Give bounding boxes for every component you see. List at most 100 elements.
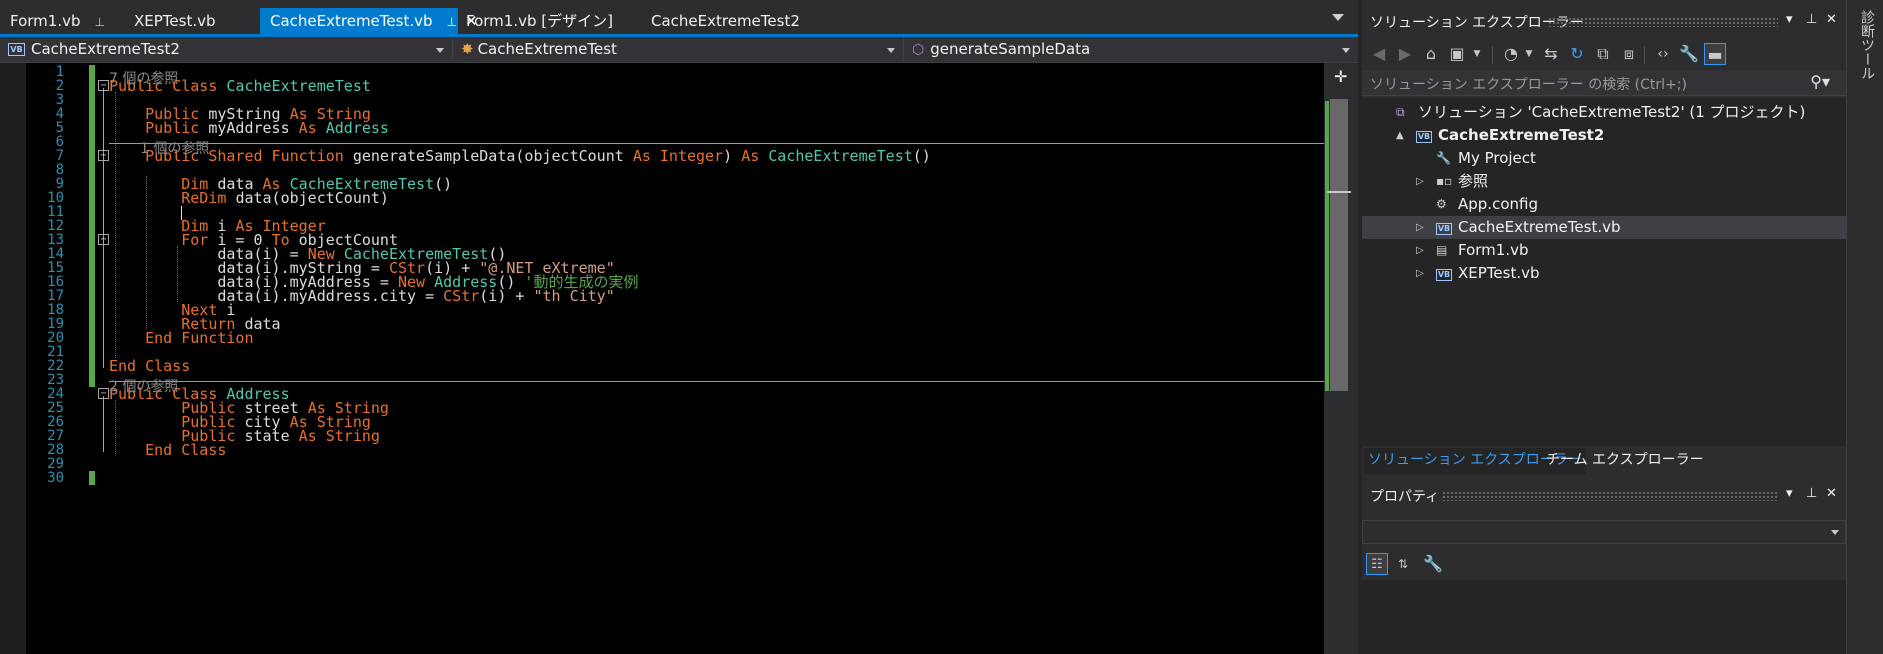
pin-icon[interactable]: ⊥ <box>95 9 105 35</box>
outline-line <box>103 396 104 452</box>
code-token: Public <box>145 119 209 137</box>
diagnostic-tools-side-tab[interactable]: 診断ツール <box>1846 0 1883 654</box>
close-icon[interactable]: ✕ <box>1826 12 1837 27</box>
object-selector[interactable] <box>1362 520 1846 544</box>
preview-icon[interactable]: ▬ <box>1704 43 1726 65</box>
config-file-icon: ⚙ <box>1436 197 1447 211</box>
chevron-down-icon[interactable]: ▼ <box>1466 43 1488 65</box>
solution-icon: ⧉ <box>1396 105 1405 119</box>
tool-window-panel: ソリューション エクスプローラー ▾ ⊥ ✕ ◀ ▶ ⌂ ▣ ▼ ◔ ▼ ⇆ ↻… <box>1358 0 1846 654</box>
references-codelens[interactable]: 1 個の参照 <box>140 141 209 157</box>
tree-item[interactable]: ▷ VB CacheExtremeTest.vb <box>1362 216 1846 239</box>
tab-form1-design[interactable]: Form1.vb [デザイン] <box>456 8 613 34</box>
expand-arrow-icon[interactable]: ▷ <box>1416 216 1424 239</box>
switch-views-icon[interactable]: ▣ <box>1446 43 1468 65</box>
form-icon: ▤ <box>1436 243 1448 257</box>
properties-window: ☷ ⇅ 🔧 <box>1362 512 1846 654</box>
class-name: CacheExtremeTest <box>477 40 617 58</box>
toolbar-separator <box>1644 46 1645 64</box>
close-icon[interactable]: ✕ <box>1826 486 1837 501</box>
solution-tree[interactable]: ⧉ ソリューション 'CacheExtremeTest2' (1 プロジェクト) ▲… <box>1362 98 1846 446</box>
code-token: data(objectCount) <box>235 189 389 207</box>
tab-label: CacheExtremeTest2 <box>651 12 800 30</box>
code-line[interactable]: Public myAddress As Address <box>109 120 389 136</box>
chevron-down-icon[interactable]: ▼ <box>1518 43 1540 65</box>
expand-arrow-icon[interactable]: ▷ <box>1416 262 1424 285</box>
tree-item[interactable]: ⚙ App.config <box>1362 193 1846 216</box>
tree-item-label: CacheExtremeTest.vb <box>1458 218 1621 236</box>
properties-toolbar: ☷ ⇅ 🔧 <box>1362 548 1846 578</box>
indent-guide <box>115 92 116 358</box>
member-dropdown[interactable]: ⬡ generateSampleData <box>904 37 1358 63</box>
tree-item[interactable]: ▷ ▪▫ 参照 <box>1362 170 1846 193</box>
tab-team-explorer[interactable]: チーム エクスプローラー <box>1542 448 1708 474</box>
toolbar-separator <box>1492 46 1493 64</box>
code-line[interactable]: Public Shared Function generateSampleDat… <box>109 148 931 164</box>
references-icon: ▪▫ <box>1436 174 1453 188</box>
property-pages-icon[interactable]: 🔧 <box>1422 553 1444 575</box>
refresh-icon[interactable]: ↻ <box>1566 43 1588 65</box>
tab-cacheextremetest2[interactable]: CacheExtremeTest2 <box>641 8 800 34</box>
class-dropdown[interactable]: ✸ CacheExtremeTest <box>453 37 904 63</box>
alphabetical-icon[interactable]: ⇅ <box>1392 553 1414 575</box>
tab-xeptest-vb[interactable]: XEPTest.vb <box>124 8 216 34</box>
tree-item[interactable]: ▷ ▤ Form1.vb <box>1362 239 1846 262</box>
collapse-icon[interactable]: − <box>98 388 109 399</box>
indicator-margin[interactable] <box>0 63 26 654</box>
sync-icon[interactable]: ⇆ <box>1540 43 1562 65</box>
code-token: ReDim <box>181 189 236 207</box>
back-icon[interactable]: ◀ <box>1368 43 1390 65</box>
references-codelens[interactable]: 2 個の参照 <box>109 379 178 395</box>
tree-item[interactable]: ▲ VB CacheExtremeTest2 <box>1362 124 1846 147</box>
code-token: CacheExtremeTest <box>226 77 371 95</box>
vb-file-icon: VB <box>1436 269 1452 281</box>
code-line[interactable]: End Function <box>109 330 253 346</box>
project-dropdown[interactable]: VB CacheExtremeTest2 <box>0 37 453 63</box>
code-editor[interactable]: 1 2 3 4 5 6 7 8 9 10 11 12 13 14 15 16 17 18 19 20 21 22 23 24 2… <box>0 63 1358 654</box>
collapse-icon[interactable]: − <box>98 234 109 245</box>
code-token: As String <box>298 427 380 445</box>
outline-line <box>103 242 104 312</box>
tree-item[interactable]: ⧉ ソリューション 'CacheExtremeTest2' (1 プロジェクト) <box>1362 101 1846 124</box>
show-all-files-icon[interactable]: ⧈ <box>1618 43 1640 65</box>
code-line[interactable]: End Class <box>109 442 226 458</box>
vertical-scrollbar[interactable]: ✛ <box>1324 63 1358 654</box>
tree-item[interactable]: ▷ VB XEPTest.vb <box>1362 262 1846 285</box>
procedure-separator <box>109 381 1324 382</box>
property-grid[interactable] <box>1362 580 1846 654</box>
chevron-down-icon[interactable] <box>1332 14 1344 21</box>
tab-label: XEPTest.vb <box>134 12 216 30</box>
view-code-icon[interactable]: ‹› <box>1652 43 1674 65</box>
code-token: () <box>912 147 931 165</box>
tree-item[interactable]: 🔧 My Project <box>1362 147 1846 170</box>
home-icon[interactable]: ⌂ <box>1420 43 1442 65</box>
expand-arrow-icon[interactable]: ▷ <box>1416 170 1424 193</box>
tab-cacheextremetest-vb[interactable]: CacheExtremeTest.vb ⊥ ✕ <box>260 8 478 34</box>
pin-icon[interactable]: ⊥ <box>1806 12 1817 27</box>
tab-form1-vb[interactable]: Form1.vb ⊥ <box>0 8 105 34</box>
code-token: ) <box>723 147 742 165</box>
collapse-arrow-icon[interactable]: ▲ <box>1396 124 1404 147</box>
tree-item-label: ソリューション 'CacheExtremeTest2' (1 プロジェクト) <box>1418 103 1806 121</box>
solution-explorer-search[interactable]: ソリューション エクスプローラー の検索 (Ctrl+;) ⚲▾ <box>1362 70 1846 96</box>
categorized-icon[interactable]: ☷ <box>1366 553 1388 575</box>
panel-grip[interactable] <box>1548 17 1778 27</box>
properties-icon[interactable]: 🔧 <box>1678 43 1700 65</box>
collapse-all-icon[interactable]: ⧉ <box>1592 43 1614 65</box>
panel-dropdown-icon[interactable]: ▾ <box>1786 486 1793 501</box>
code-token: generateSampleData(objectCount <box>352 147 633 165</box>
scrollbar-thumb[interactable] <box>1330 99 1348 391</box>
code-line[interactable]: End Class <box>109 358 190 374</box>
references-codelens[interactable]: 7 個の参照 <box>109 71 178 87</box>
forward-icon[interactable]: ▶ <box>1394 43 1416 65</box>
search-input[interactable]: ソリューション エクスプローラー の検索 (Ctrl+;) <box>1370 74 1687 94</box>
collapse-icon[interactable]: − <box>98 150 109 161</box>
search-icon[interactable]: ⚲▾ <box>1810 72 1830 91</box>
expand-arrow-icon[interactable]: ▷ <box>1416 239 1424 262</box>
split-window-icon[interactable]: ✛ <box>1334 67 1347 86</box>
collapse-icon[interactable]: − <box>98 80 109 91</box>
vb-icon: VB <box>8 43 25 56</box>
pin-icon[interactable]: ⊥ <box>1806 486 1817 501</box>
panel-grip[interactable] <box>1442 491 1778 501</box>
panel-dropdown-icon[interactable]: ▾ <box>1786 12 1793 27</box>
